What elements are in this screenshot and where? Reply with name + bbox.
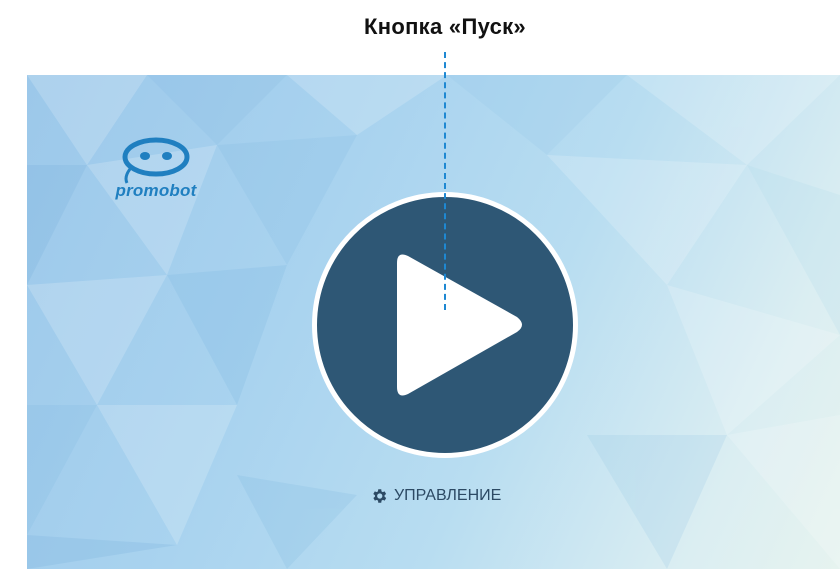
robot-face-icon (122, 137, 190, 184)
logo-text: promobot (115, 181, 197, 200)
promobot-logo: promobot (94, 137, 218, 207)
control-label: УПРАВЛЕНИЕ (394, 487, 502, 504)
callout-title: Кнопка «Пуск» (364, 14, 526, 39)
annotated-screenshot: Кнопка «Пуск» promobot УПРАВЛЕНИЕ (0, 0, 840, 569)
robot-start-screen: promobot УПРАВЛЕНИЕ (27, 75, 840, 569)
control-link[interactable]: УПРАВЛЕНИЕ (370, 485, 501, 507)
callout-pointer-line (444, 52, 446, 310)
gear-icon (373, 489, 387, 503)
